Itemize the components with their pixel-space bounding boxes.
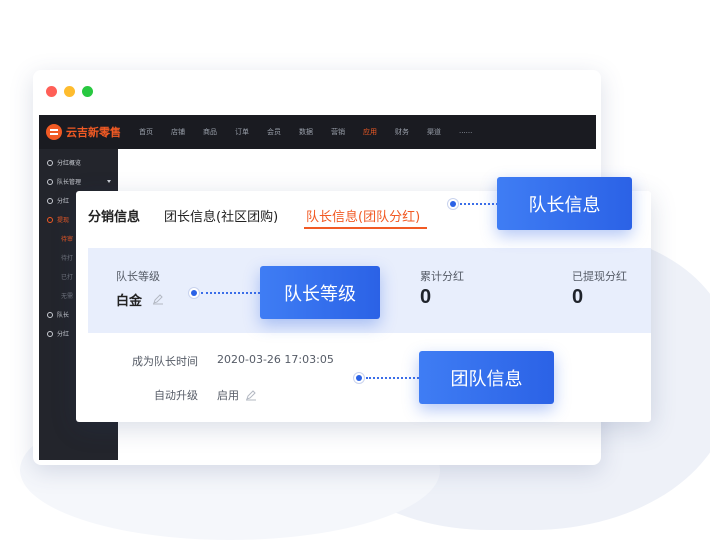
brand-name: 云吉新零售 xyxy=(66,126,121,139)
sidebar-sub-pending-pay[interactable]: 待打 xyxy=(61,253,73,262)
sidebar-item-label: 分红 xyxy=(57,198,70,205)
callout-connector xyxy=(460,203,498,205)
sidebar-item-captain-manage[interactable]: 队长管理 xyxy=(47,177,81,186)
callout-team-info: 团队信息 xyxy=(419,351,554,404)
sidebar-item-label: 分红概览 xyxy=(57,160,82,167)
captain-level-value: 白金 xyxy=(116,294,143,309)
brand-logo-icon xyxy=(46,124,62,140)
maximize-window-dot[interactable] xyxy=(82,86,93,97)
user-icon xyxy=(47,178,53,185)
tab-group-leader-info[interactable]: 团长信息(社区团购) xyxy=(164,206,278,225)
captain-level-label: 队长等级 xyxy=(116,270,160,283)
sidebar-item-withdraw[interactable]: 提现 xyxy=(47,215,69,224)
sidebar-item-label: 分红 xyxy=(57,331,70,338)
tab-distribution-info[interactable]: 分销信息 xyxy=(88,206,140,225)
minimize-window-dot[interactable] xyxy=(64,86,75,97)
nav-item-data[interactable]: 数据 xyxy=(299,127,313,137)
active-tab-indicator xyxy=(304,227,427,229)
team-icon xyxy=(47,311,53,318)
tab-captain-info[interactable]: 队长信息(团队分红) xyxy=(306,206,420,225)
main-nav: 首页 店铺 商品 订单 会员 数据 营销 应用 财务 渠道 ...... xyxy=(139,127,490,137)
brand-logo[interactable]: 云吉新零售 xyxy=(46,124,121,140)
edit-pencil-icon[interactable] xyxy=(245,389,257,401)
auto-upgrade-value: 启用 xyxy=(217,389,239,402)
auto-upgrade-label: 自动升级 xyxy=(154,389,198,402)
sidebar-item-captain[interactable]: 队长 xyxy=(47,310,69,319)
become-captain-time-value: 2020-03-26 17:03:05 xyxy=(217,353,334,366)
sidebar-item-dividend[interactable]: 分红 xyxy=(47,196,69,205)
callout-pin xyxy=(447,198,459,210)
withdrawn-dividend-label: 已提现分红 xyxy=(572,270,627,283)
sidebar-item-overview[interactable]: 分红概览 xyxy=(47,158,81,167)
close-window-dot[interactable] xyxy=(46,86,57,97)
sidebar-item-dividend-2[interactable]: 分红 xyxy=(47,329,69,338)
withdraw-icon xyxy=(47,216,53,223)
callout-captain-info: 队长信息 xyxy=(497,177,632,230)
nav-item-more[interactable]: ...... xyxy=(459,127,472,137)
sidebar-sub-no-need[interactable]: 无需 xyxy=(61,291,73,300)
become-captain-time-label: 成为队长时间 xyxy=(132,355,198,368)
callout-captain-level: 队长等级 xyxy=(260,266,380,319)
stage: 云吉新零售 首页 店铺 商品 订单 会员 数据 营销 应用 财务 渠道 ....… xyxy=(0,0,710,540)
withdrawn-dividend-value: 0 xyxy=(572,286,584,308)
chevron-down-icon xyxy=(107,180,111,183)
total-dividend-label: 累计分红 xyxy=(420,270,464,283)
document-icon xyxy=(47,197,53,204)
nav-item-products[interactable]: 商品 xyxy=(203,127,217,137)
settings-icon xyxy=(47,330,53,337)
total-dividend-value: 0 xyxy=(420,286,432,308)
nav-item-finance[interactable]: 财务 xyxy=(395,127,409,137)
sidebar-sub-paid[interactable]: 已打 xyxy=(61,272,73,281)
nav-item-members[interactable]: 会员 xyxy=(267,127,281,137)
sidebar-item-label: 提现 xyxy=(57,217,70,224)
callout-pin xyxy=(188,287,200,299)
sidebar-item-label: 队长管理 xyxy=(57,179,82,186)
callout-connector xyxy=(366,377,419,379)
top-nav-bar: 云吉新零售 首页 店铺 商品 订单 会员 数据 营销 应用 财务 渠道 ....… xyxy=(39,115,596,149)
nav-item-store[interactable]: 店铺 xyxy=(171,127,185,137)
nav-item-apps[interactable]: 应用 xyxy=(363,127,377,137)
callout-connector xyxy=(201,292,260,294)
overview-icon xyxy=(47,159,53,166)
sidebar-sub-pending-review[interactable]: 待审 xyxy=(61,234,73,243)
sidebar-item-label: 队长 xyxy=(57,312,70,319)
nav-item-channels[interactable]: 渠道 xyxy=(427,127,441,137)
edit-pencil-icon[interactable] xyxy=(152,293,164,305)
nav-item-marketing[interactable]: 营销 xyxy=(331,127,345,137)
nav-item-home[interactable]: 首页 xyxy=(139,127,153,137)
callout-pin xyxy=(353,372,365,384)
nav-item-orders[interactable]: 订单 xyxy=(235,127,249,137)
